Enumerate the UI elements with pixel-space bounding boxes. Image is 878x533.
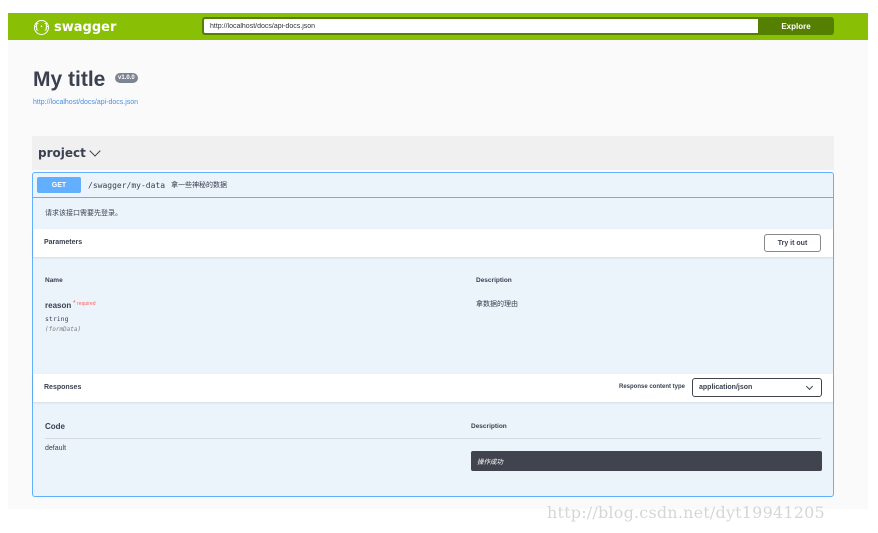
param-name: reason xyxy=(45,301,72,310)
response-content-type-label: Response content type xyxy=(619,384,686,390)
tag-section-header[interactable]: project xyxy=(32,136,834,170)
response-content-type-select[interactable]: application/json xyxy=(692,378,822,397)
chevron-down-icon xyxy=(805,382,814,391)
operation-path: /swagger/my-data xyxy=(88,180,166,190)
tag-name: project xyxy=(38,146,86,160)
response-code: default xyxy=(45,445,67,452)
operation-block: GET /swagger/my-data 拿一些神秘的数据 请求该接口需要先登录… xyxy=(32,172,834,497)
operation-summary-text: 拿一些神秘的数据 xyxy=(171,182,228,189)
parameters-title: Parameters xyxy=(44,239,83,246)
param-col-name: Name xyxy=(45,277,63,284)
response-description-box: 操作成功 xyxy=(471,451,822,471)
explore-button[interactable]: Explore xyxy=(758,17,834,35)
responses-header: Responses Response content type applicat… xyxy=(33,374,833,402)
param-col-description: Description xyxy=(476,277,512,284)
spec-url-input[interactable] xyxy=(202,17,758,35)
topbar: {·} swagger Explore xyxy=(8,13,868,40)
watermark: http://blog.csdn.net/dyt19941205 xyxy=(547,503,825,522)
logo-text: swagger xyxy=(54,19,117,35)
param-location: (formData) xyxy=(45,326,82,333)
select-value: application/json xyxy=(699,384,753,391)
method-badge: GET xyxy=(37,177,81,193)
param-type: string xyxy=(45,315,69,323)
spec-url-link[interactable]: http://localhost/docs/api-docs.json xyxy=(33,99,138,106)
response-col-code: Code xyxy=(45,422,65,431)
try-it-out-button[interactable]: Try it out xyxy=(764,234,821,252)
response-description: 操作成功 xyxy=(477,459,503,466)
page-title: My title xyxy=(33,68,106,91)
responses-title: Responses xyxy=(44,384,82,391)
operation-summary[interactable]: GET /swagger/my-data 拿一些神秘的数据 xyxy=(33,173,833,198)
divider xyxy=(45,438,821,439)
required-label: required xyxy=(77,301,96,307)
swagger-logo[interactable]: {·} swagger xyxy=(34,18,116,36)
parameters-header: Parameters Try it out xyxy=(33,229,833,257)
swagger-logo-icon: {·} xyxy=(34,19,49,35)
version-badge: v1.0.0 xyxy=(115,73,138,83)
param-required-badge: * required xyxy=(73,300,96,307)
operation-description: 请求该接口需要先登录。 xyxy=(45,210,122,217)
swagger-page: {·} swagger Explore My title v1.0.0 http… xyxy=(8,13,868,509)
chevron-down-icon xyxy=(89,144,101,157)
param-description: 拿数据的理由 xyxy=(476,301,518,308)
response-col-description: Description xyxy=(471,423,507,430)
